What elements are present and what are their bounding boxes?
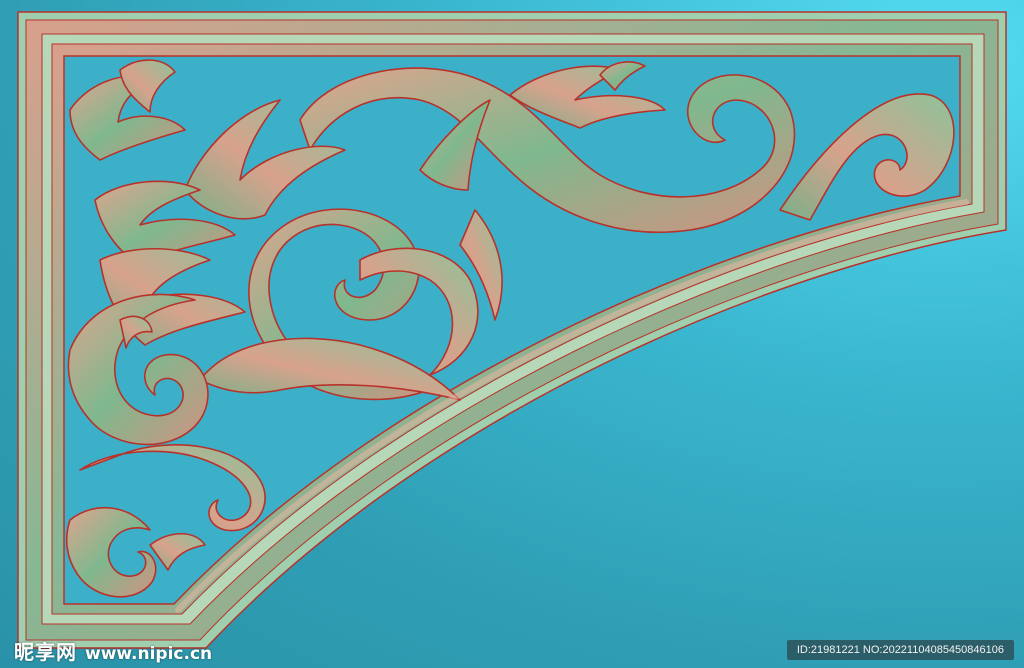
watermark-url: www.nipic.cn (85, 644, 213, 664)
watermark-site: 昵享网 www.nipic.cn (14, 636, 213, 664)
carved-corner-bracket (17, 11, 1007, 649)
watermark-brand: 昵享网 (14, 640, 77, 664)
watermark-id: ID:21981221 NO:20221104085450846106 (786, 640, 1014, 660)
